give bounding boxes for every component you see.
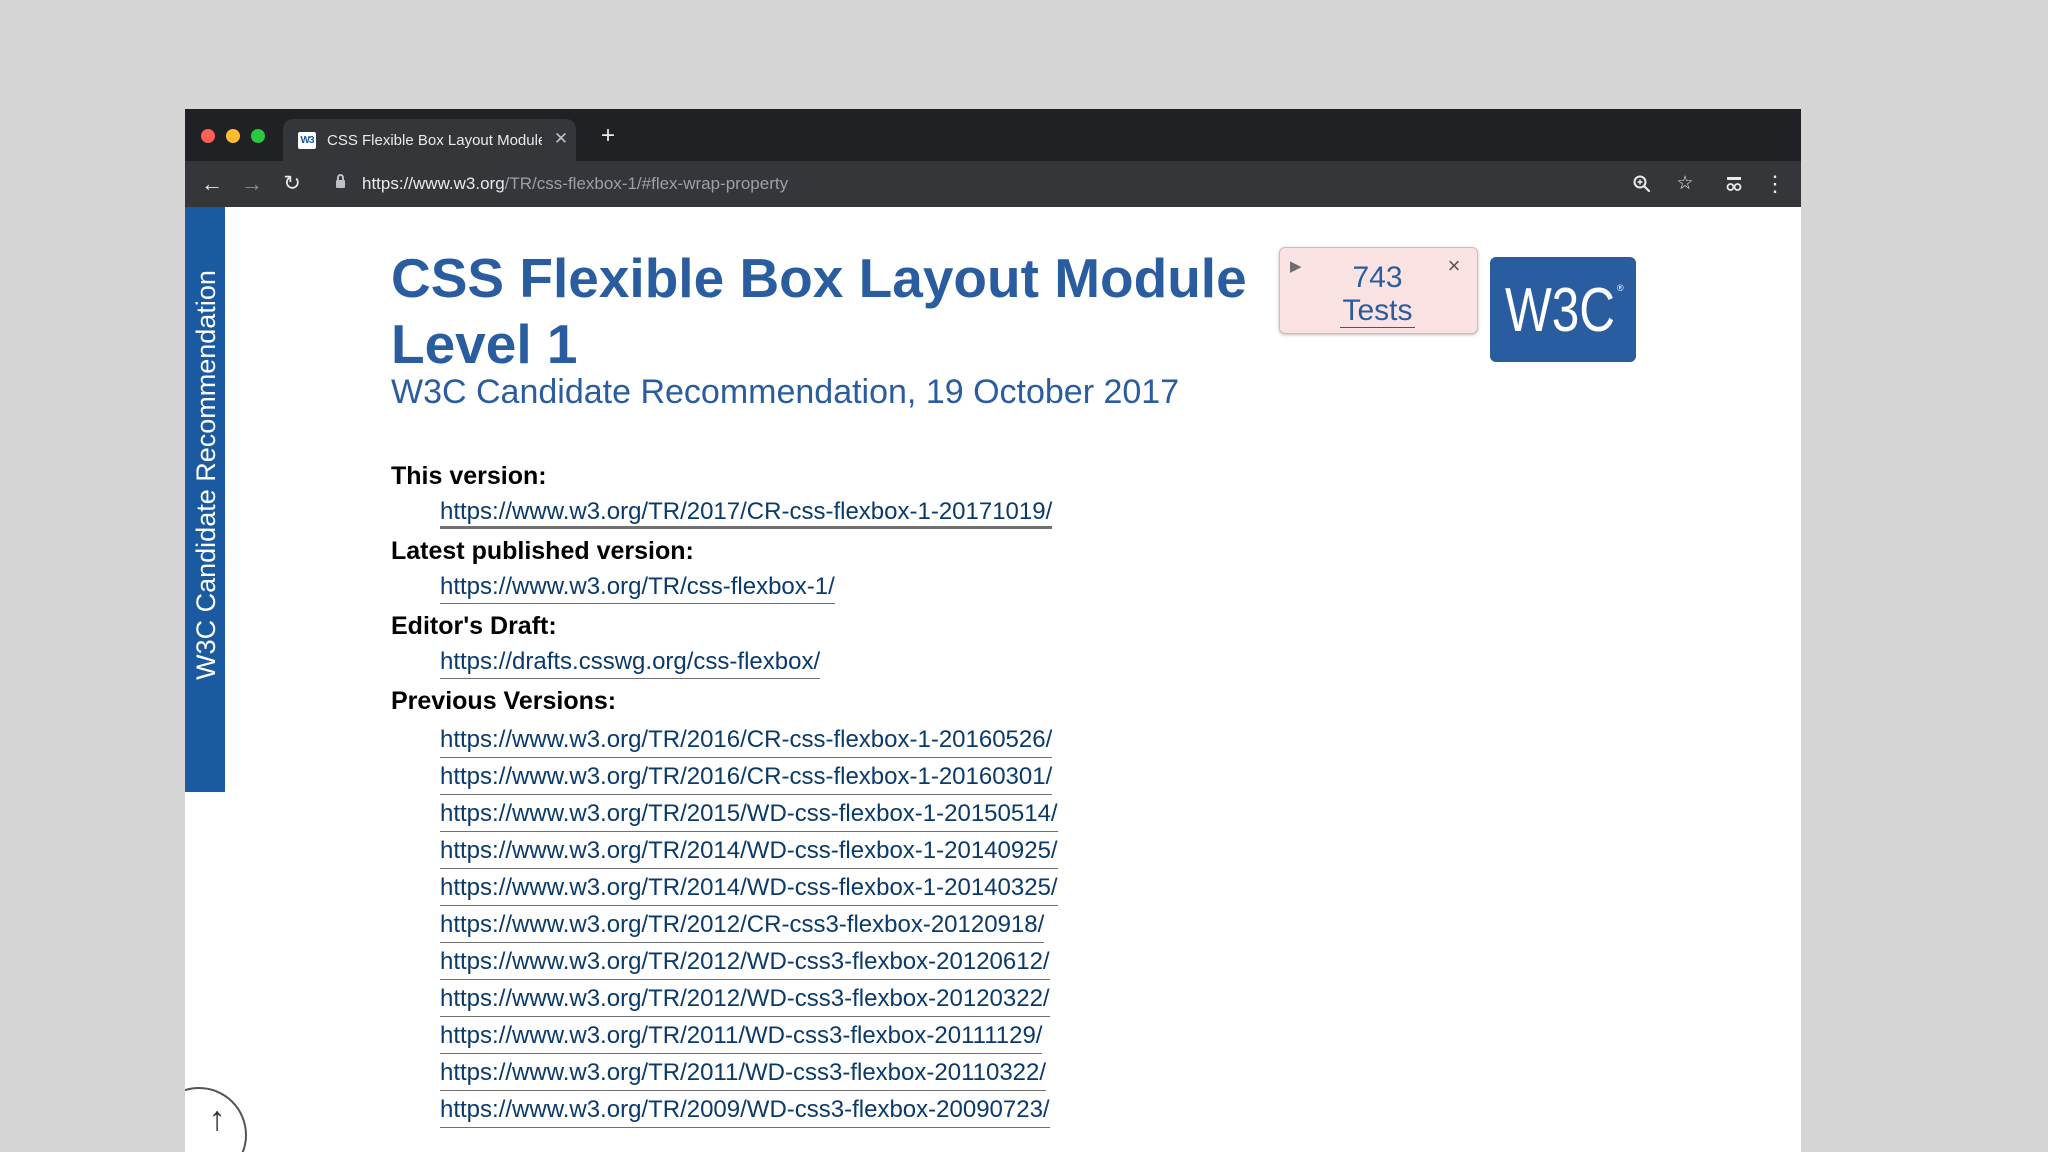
tab-strip: W3 CSS Flexible Box Layout Module Level … (185, 109, 1801, 161)
zoom-icon[interactable] (1628, 170, 1656, 198)
tab-title: CSS Flexible Box Layout Module Level 1 (327, 132, 542, 149)
browser-toolbar: ← → ↻ https://www.w3.org/TR/css-flexbox-… (185, 161, 1801, 207)
menu-icon[interactable]: ⋮ (1761, 170, 1789, 198)
lock-icon[interactable] (336, 174, 345, 188)
zoom-window-button[interactable] (251, 129, 265, 143)
previous-version-link[interactable]: https://www.w3.org/TR/2011/WD-css3-flexb… (440, 1017, 1043, 1054)
page-subtitle: W3C Candidate Recommendation, 19 October… (391, 373, 1180, 411)
previous-version-link[interactable]: https://www.w3.org/TR/2016/CR-css-flexbo… (440, 758, 1053, 795)
tests-widget[interactable]: ▶ × 743 Tests (1279, 247, 1478, 334)
previous-version-link[interactable]: https://www.w3.org/TR/2014/WD-css-flexbo… (440, 869, 1058, 906)
previous-version-link[interactable]: https://www.w3.org/TR/2011/WD-css3-flexb… (440, 1054, 1047, 1091)
previous-version-link[interactable]: https://www.w3.org/TR/2015/WD-css-flexbo… (440, 795, 1058, 832)
previous-version-link[interactable]: https://www.w3.org/TR/2014/WD-css-flexbo… (440, 832, 1058, 869)
previous-version-link[interactable]: https://www.w3.org/TR/2012/WD-css3-flexb… (440, 980, 1050, 1017)
back-to-top-button[interactable]: ↑ (185, 1087, 247, 1152)
url-path: /TR/css-flexbox-1/#flex-wrap-property (504, 174, 789, 193)
tests-link[interactable]: Tests (1340, 294, 1415, 328)
editors-draft-label: Editor's Draft: (391, 612, 557, 640)
previous-version-link[interactable]: https://www.w3.org/TR/2009/WD-css3-flexb… (440, 1091, 1050, 1128)
minimize-window-button[interactable] (226, 129, 240, 143)
forward-arrow-icon[interactable]: → (238, 170, 266, 198)
w3c-logo[interactable]: W3C ® (1490, 257, 1636, 362)
page-title: CSS Flexible Box Layout Module Level 1 (391, 247, 1247, 375)
address-bar[interactable]: https://www.w3.org/TR/css-flexbox-1/#fle… (362, 174, 788, 194)
extension-icon[interactable] (1720, 170, 1748, 198)
close-icon[interactable]: × (1443, 255, 1465, 277)
this-version-label: This version: (391, 462, 547, 490)
status-banner-text: W3C Candidate Recommendation (191, 270, 221, 680)
back-arrow-icon[interactable]: ← (198, 170, 226, 198)
previous-version-link[interactable]: https://www.w3.org/TR/2012/WD-css3-flexb… (440, 943, 1050, 980)
previous-versions-list: https://www.w3.org/TR/2016/CR-css-flexbo… (391, 721, 1291, 1128)
previous-versions-label: Previous Versions: (391, 687, 617, 715)
w3c-favicon-icon: W3 (298, 132, 316, 149)
browser-window: W3 CSS Flexible Box Layout Module Level … (185, 109, 1801, 1152)
browser-tab[interactable]: W3 CSS Flexible Box Layout Module Level … (283, 119, 576, 161)
latest-version-link[interactable]: https://www.w3.org/TR/css-flexbox-1/ (440, 571, 835, 604)
previous-version-link[interactable]: https://www.w3.org/TR/2016/CR-css-flexbo… (440, 721, 1053, 758)
w3c-logo-text: W3C (1505, 276, 1615, 345)
plus-icon[interactable]: + (595, 123, 621, 149)
status-banner: W3C Candidate Recommendation (185, 207, 225, 792)
this-version-link[interactable]: https://www.w3.org/TR/2017/CR-css-flexbo… (440, 496, 1053, 529)
play-icon[interactable]: ▶ (1290, 258, 1302, 276)
star-icon[interactable]: ☆ (1671, 170, 1699, 198)
previous-version-link[interactable]: https://www.w3.org/TR/2012/CR-css3-flexb… (440, 906, 1045, 943)
url-host: https://www.w3.org (362, 174, 505, 193)
close-window-button[interactable] (201, 129, 215, 143)
editors-draft-link[interactable]: https://drafts.csswg.org/css-flexbox/ (440, 646, 821, 679)
svg-text:®: ® (1617, 283, 1624, 293)
tests-count: 743 (1352, 261, 1403, 294)
up-arrow-icon: ↑ (208, 1100, 226, 1138)
page-content: W3C Candidate Recommendation CSS Flexibl… (185, 207, 1801, 1152)
latest-version-label: Latest published version: (391, 537, 694, 565)
document-metadata: This version: https://www.w3.org/TR/2017… (391, 462, 1291, 1128)
close-icon[interactable]: ✕ (550, 128, 572, 150)
reload-icon[interactable]: ↻ (278, 170, 306, 198)
